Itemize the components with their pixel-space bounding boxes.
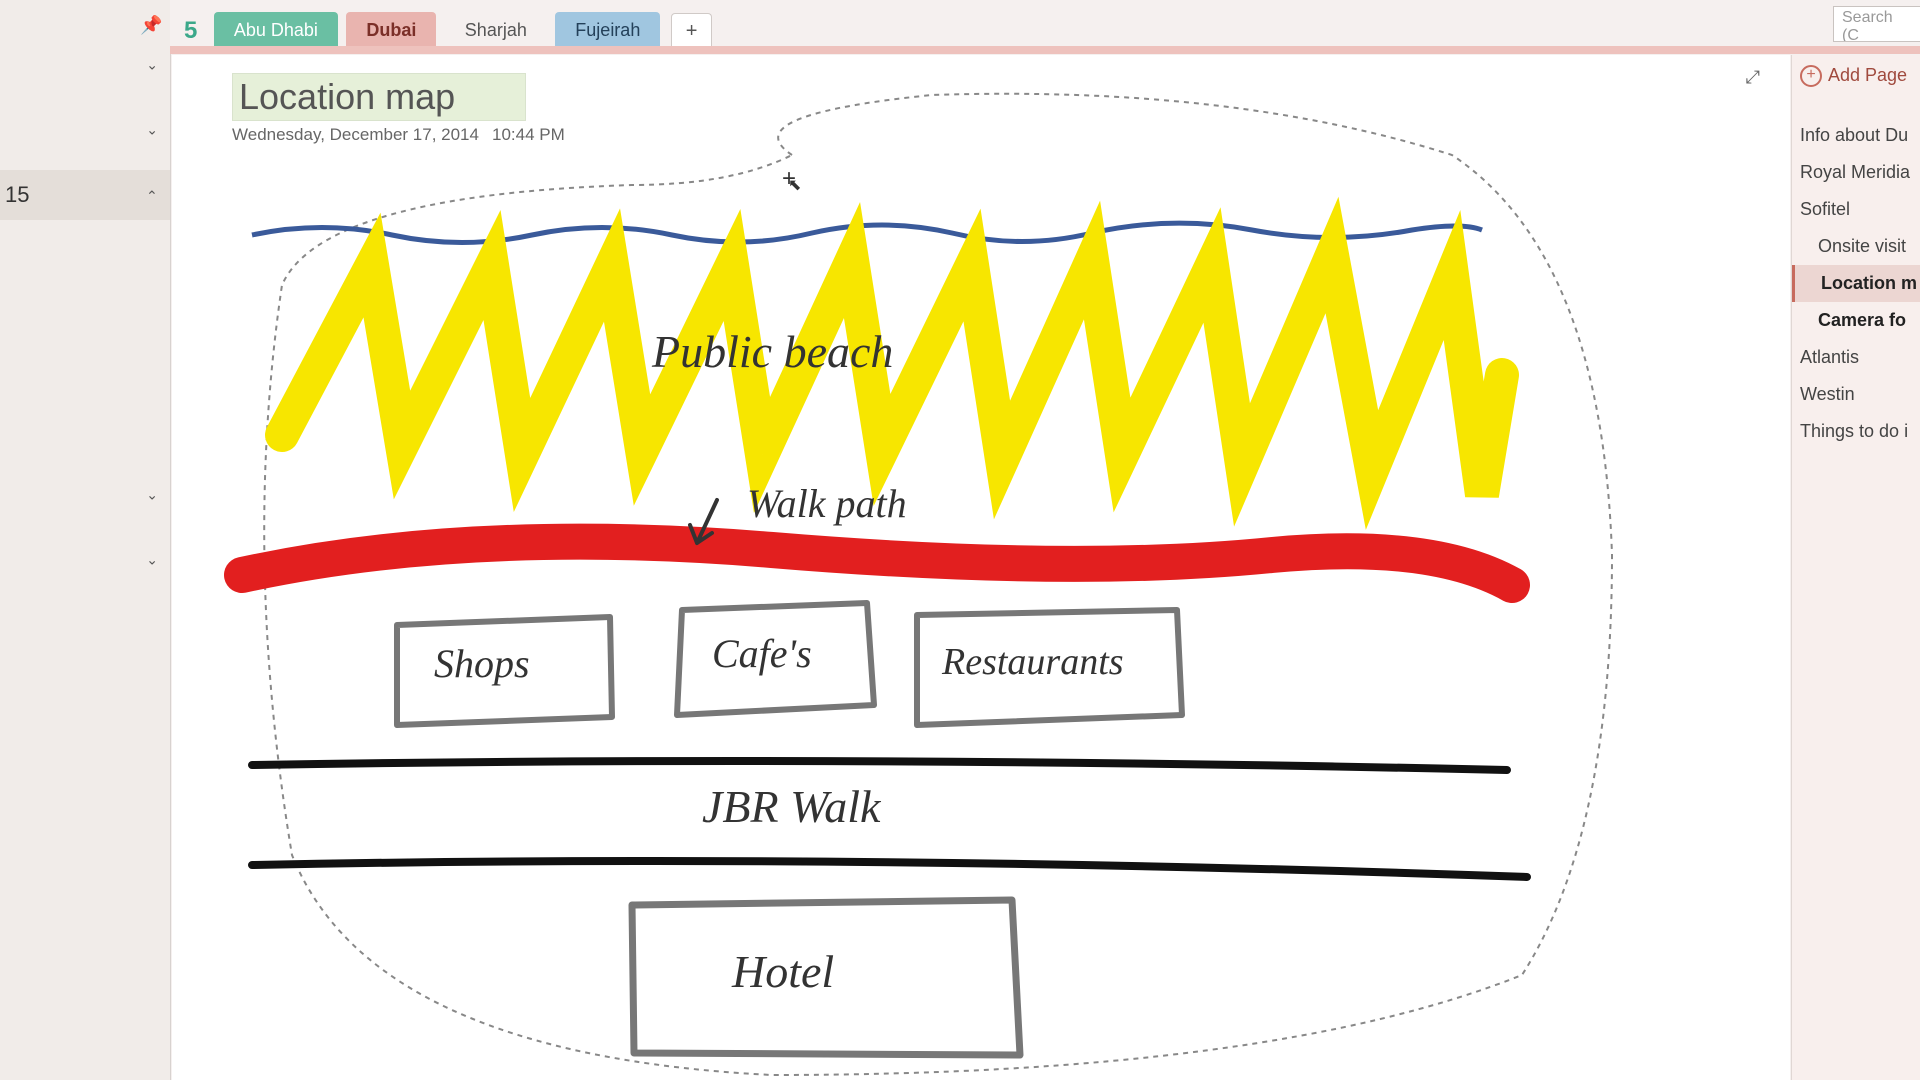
sidebar-number: 15	[5, 182, 29, 208]
tab-dubai[interactable]: Dubai	[346, 12, 436, 49]
jbr-top-line	[252, 761, 1507, 770]
pages-panel: + Add Page Info about Du Royal Meridia So…	[1791, 55, 1920, 1080]
plus-circle-icon: +	[1800, 65, 1822, 87]
sidebar-section-selected[interactable]: 15 ⌄	[0, 170, 170, 220]
page-item-location[interactable]: Location m	[1792, 265, 1920, 302]
tab-strip	[170, 46, 1920, 54]
page-item-info[interactable]: Info about Du	[1792, 117, 1920, 154]
tab-fujeirah[interactable]: Fujeirah	[555, 12, 660, 49]
tab-icon-5: 5	[176, 13, 205, 49]
page-item-things[interactable]: Things to do i	[1792, 413, 1920, 450]
cafes-label: Cafe's	[712, 630, 812, 677]
tabs-bar: 5 Abu Dhabi Dubai Sharjah Fujeirah + Sea…	[170, 0, 1920, 50]
restaurants-label: Restaurants	[942, 640, 1124, 684]
chevron-down-icon[interactable]: ⌄	[146, 487, 158, 504]
page-item-camera[interactable]: Camera fo	[1792, 302, 1920, 339]
chevron-down-icon[interactable]: ⌄	[146, 57, 158, 74]
add-page-button[interactable]: + Add Page	[1792, 55, 1920, 97]
tab-add-button[interactable]: +	[671, 13, 713, 49]
chevron-down-icon[interactable]: ⌄	[146, 552, 158, 569]
sidebar-section-2[interactable]: ⌄	[0, 105, 170, 155]
search-input[interactable]: Search (C	[1833, 6, 1920, 42]
jbr-bottom-line	[252, 861, 1527, 877]
drawing-svg	[172, 55, 1790, 1080]
tab-abu-dhabi[interactable]: Abu Dhabi	[214, 12, 338, 49]
sidebar-section-1[interactable]: ⌄	[0, 40, 170, 90]
beach-label: Public beach	[652, 325, 893, 378]
chevron-up-icon[interactable]: ⌄	[146, 187, 158, 204]
tab-sharjah[interactable]: Sharjah	[445, 12, 547, 49]
canvas-area[interactable]: Location map Wednesday, December 17, 201…	[172, 55, 1790, 1080]
water-line	[252, 223, 1482, 242]
page-item-westin[interactable]: Westin	[1792, 376, 1920, 413]
walkpath-label: Walk path	[747, 480, 907, 527]
sidebar-section-3[interactable]: ⌄	[0, 470, 170, 520]
left-sidebar: 📌 ⌄ ⌄ 15 ⌄ ⌄ ⌄	[0, 0, 171, 1080]
shops-label: Shops	[434, 640, 530, 687]
sidebar-section-4[interactable]: ⌄	[0, 535, 170, 585]
add-page-label: Add Page	[1828, 65, 1907, 85]
page-item-sofitel[interactable]: Sofitel	[1792, 191, 1920, 228]
page-item-onsite[interactable]: Onsite visit	[1792, 228, 1920, 265]
chevron-down-icon[interactable]: ⌄	[146, 122, 158, 139]
page-item-atlantis[interactable]: Atlantis	[1792, 339, 1920, 376]
jbr-label: JBR Walk	[702, 780, 880, 833]
pin-icon[interactable]: 📌	[140, 15, 162, 36]
walk-path-line	[242, 542, 1512, 585]
hotel-label: Hotel	[732, 945, 834, 998]
page-item-royal[interactable]: Royal Meridia	[1792, 154, 1920, 191]
